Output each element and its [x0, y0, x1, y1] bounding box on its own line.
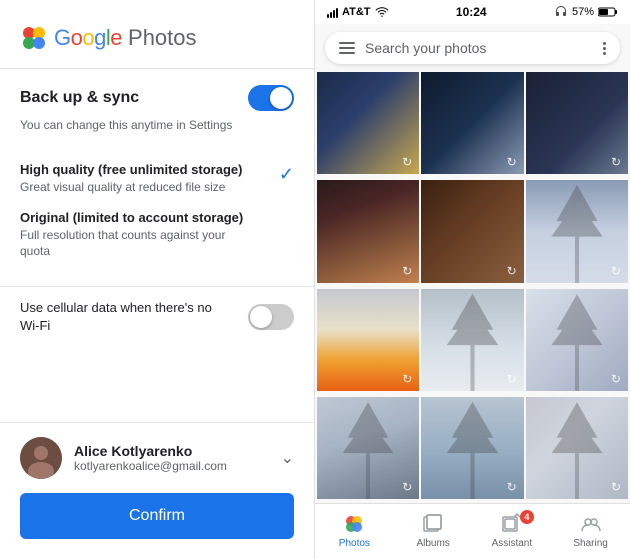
nav-albums-label: Albums: [416, 538, 449, 549]
photo-grid: ↻ ↻ ↻ ↻ ↻ ↻ ↻ ↻ ↻ ↻ ↻ ↻: [315, 72, 630, 503]
quality-section: High quality (free unlimited storage) Gr…: [0, 150, 314, 286]
photo-cell[interactable]: ↻: [317, 180, 419, 282]
nav-sharing-label: Sharing: [573, 538, 607, 549]
headphones-icon: [554, 5, 568, 19]
quality-high-desc: Great visual quality at reduced file siz…: [20, 179, 240, 196]
status-battery: 57%: [554, 5, 618, 19]
sync-icon: ↻: [399, 263, 415, 279]
quality-high-check: ✓: [279, 164, 294, 185]
photo-cell[interactable]: ↻: [421, 72, 523, 174]
cellular-section: Use cellular data when there's no Wi-Fi: [0, 286, 314, 351]
backup-subtitle: You can change this anytime in Settings: [20, 117, 294, 134]
account-section[interactable]: Alice Kotlyarenko kotlyarenkoalice@gmail…: [0, 422, 314, 493]
nav-albums[interactable]: Albums: [403, 512, 463, 549]
avatar: [20, 437, 62, 479]
nav-assistant-label: Assistant: [492, 538, 533, 549]
sync-icon: ↻: [399, 371, 415, 387]
sharing-nav-icon: [579, 512, 603, 536]
bottom-nav: Photos Albums 4 Assis: [315, 503, 630, 559]
battery-text: 57%: [572, 6, 594, 18]
backup-section: Back up & sync You can change this anyti…: [0, 69, 314, 150]
nav-sharing[interactable]: Sharing: [561, 512, 621, 549]
quality-original-desc: Full resolution that counts against your…: [20, 227, 240, 261]
backup-title: Back up & sync: [20, 89, 139, 107]
cellular-label: Use cellular data when there's no Wi-Fi: [20, 299, 220, 335]
photo-cell[interactable]: ↻: [526, 289, 628, 391]
cellular-toggle[interactable]: [248, 304, 294, 330]
sync-icon: ↻: [504, 371, 520, 387]
photo-cell[interactable]: ↻: [317, 289, 419, 391]
wifi-icon: [375, 7, 389, 17]
logo-google: Google: [54, 25, 122, 51]
nav-photos-label: Photos: [339, 538, 370, 549]
battery-icon: [598, 7, 618, 17]
photo-cell[interactable]: ↻: [421, 397, 523, 499]
logo-photos: Photos: [128, 25, 197, 51]
account-email: kotlyarenkoalice@gmail.com: [74, 459, 227, 473]
sync-icon: ↻: [608, 371, 624, 387]
quality-original-title: Original (limited to account storage): [20, 210, 243, 225]
quality-option-high[interactable]: High quality (free unlimited storage) Gr…: [20, 162, 294, 196]
search-bar[interactable]: Search your photos: [325, 32, 620, 64]
backup-toggle[interactable]: [248, 85, 294, 111]
photo-cell[interactable]: ↻: [317, 72, 419, 174]
photo-cell[interactable]: ↻: [526, 72, 628, 174]
photo-cell[interactable]: ↻: [421, 289, 523, 391]
google-photos-icon: [20, 24, 48, 52]
sync-icon: ↻: [504, 479, 520, 495]
search-placeholder: Search your photos: [365, 40, 486, 56]
status-time: 10:24: [456, 5, 487, 19]
more-options-icon[interactable]: [603, 42, 606, 55]
sync-icon: ↻: [399, 154, 415, 170]
status-signal: AT&T: [327, 6, 389, 18]
confirm-button[interactable]: Confirm: [20, 493, 294, 539]
sync-icon: ↻: [608, 479, 624, 495]
albums-nav-icon: [421, 512, 445, 536]
photo-cell[interactable]: ↻: [421, 180, 523, 282]
sync-icon: ↻: [399, 479, 415, 495]
logo-section: Google Photos: [0, 0, 314, 68]
photo-cell[interactable]: ↻: [317, 397, 419, 499]
photo-cell[interactable]: ↻: [526, 180, 628, 282]
account-info: Alice Kotlyarenko kotlyarenkoalice@gmail…: [20, 437, 227, 479]
sync-icon: ↻: [608, 263, 624, 279]
photos-nav-icon: [342, 512, 366, 536]
quality-high-title: High quality (free unlimited storage): [20, 162, 242, 177]
signal-bars-icon: [327, 6, 338, 18]
sync-icon: ↻: [504, 263, 520, 279]
sync-icon: ↻: [504, 154, 520, 170]
account-name: Alice Kotlyarenko: [74, 443, 227, 459]
sync-icon: ↻: [608, 154, 624, 170]
right-panel: AT&T 10:24 57%: [315, 0, 630, 559]
hamburger-menu-icon[interactable]: [339, 42, 355, 54]
quality-option-original[interactable]: Original (limited to account storage) Fu…: [20, 210, 294, 261]
assistant-badge: 4: [520, 510, 534, 524]
chevron-down-icon: ⌄: [281, 448, 294, 468]
nav-photos[interactable]: Photos: [324, 512, 384, 549]
nav-assistant[interactable]: 4 Assistant: [482, 512, 542, 549]
left-panel: Google Photos Back up & sync You can cha…: [0, 0, 315, 559]
status-bar: AT&T 10:24 57%: [315, 0, 630, 24]
photo-cell[interactable]: ↻: [526, 397, 628, 499]
